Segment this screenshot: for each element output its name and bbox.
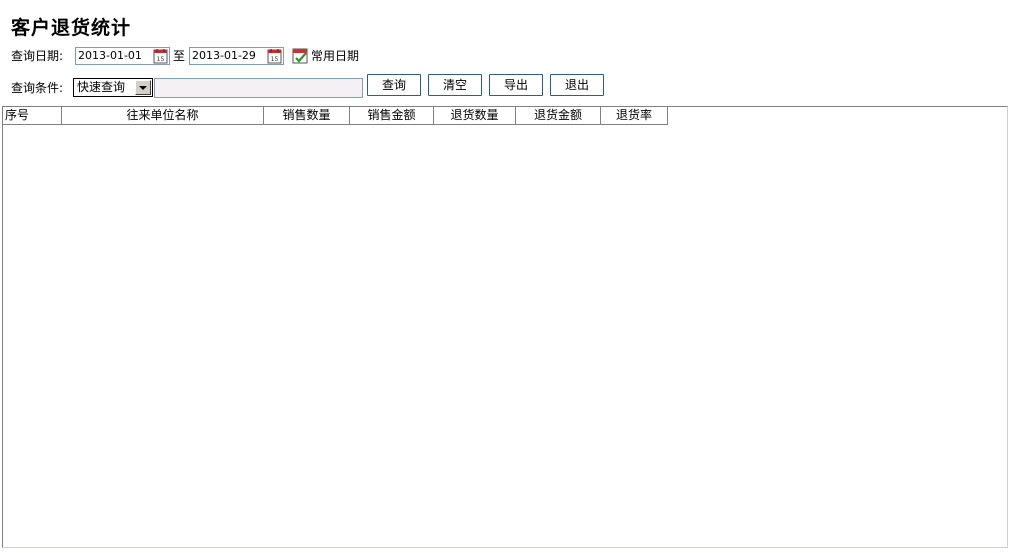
calendar-icon[interactable]: 15 bbox=[153, 48, 168, 64]
column-header-index[interactable]: 序号 bbox=[3, 107, 62, 125]
exit-button[interactable]: 退出 bbox=[550, 74, 604, 96]
calendar-icon[interactable]: 15 bbox=[267, 48, 282, 64]
date-to-label: 至 bbox=[173, 49, 186, 63]
condition-select-value: 快速查询 bbox=[77, 80, 126, 94]
search-input[interactable] bbox=[154, 78, 363, 98]
page-title: 客户退货统计 bbox=[11, 17, 132, 39]
export-button[interactable]: 导出 bbox=[489, 74, 543, 96]
column-header-return-amount[interactable]: 退货金额 bbox=[516, 107, 601, 125]
query-condition-label: 查询条件: bbox=[11, 81, 64, 95]
clear-button[interactable]: 清空 bbox=[428, 74, 482, 96]
start-date-field[interactable]: 2013-01-01 15 bbox=[75, 47, 170, 65]
data-grid[interactable]: 序号 往来单位名称 销售数量 销售金额 退货数量 退货金额 退货率 bbox=[2, 106, 1008, 548]
column-header-return-rate[interactable]: 退货率 bbox=[601, 107, 668, 125]
query-button[interactable]: 查询 bbox=[367, 74, 421, 96]
column-header-partner-name[interactable]: 往来单位名称 bbox=[62, 107, 264, 125]
column-header-return-qty[interactable]: 退货数量 bbox=[434, 107, 516, 125]
end-date-value: 2013-01-29 bbox=[192, 49, 256, 62]
common-date-link[interactable]: 常用日期 bbox=[311, 48, 359, 64]
calendar-check-icon[interactable] bbox=[292, 47, 309, 64]
svg-text:15: 15 bbox=[271, 56, 279, 63]
chevron-down-icon[interactable] bbox=[135, 80, 151, 95]
column-header-sales-amount[interactable]: 销售金额 bbox=[350, 107, 434, 125]
grid-header: 序号 往来单位名称 销售数量 销售金额 退货数量 退货金额 退货率 bbox=[3, 107, 668, 125]
query-date-label: 查询日期: bbox=[11, 49, 64, 63]
svg-text:15: 15 bbox=[157, 56, 165, 63]
start-date-value: 2013-01-01 bbox=[78, 49, 142, 62]
end-date-field[interactable]: 2013-01-29 15 bbox=[189, 47, 284, 65]
column-header-sales-qty[interactable]: 销售数量 bbox=[264, 107, 350, 125]
condition-select[interactable]: 快速查询 bbox=[73, 78, 153, 97]
